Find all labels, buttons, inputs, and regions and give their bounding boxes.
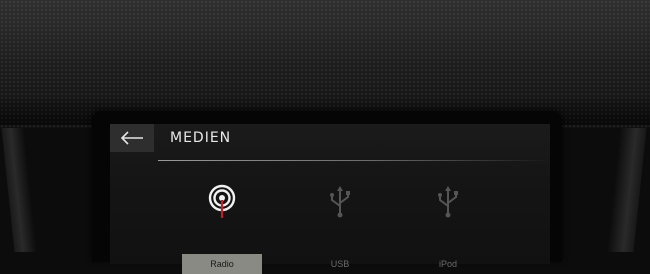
infotainment-screen: MEDIEN Radio USB iPod	[110, 124, 550, 274]
usb-icon	[438, 186, 458, 218]
media-source-radio[interactable]: Radio	[182, 180, 262, 274]
usb-icon	[330, 186, 350, 218]
media-source-label: Radio	[182, 254, 262, 274]
page-title: MEDIEN	[170, 130, 232, 146]
title-divider	[158, 160, 550, 161]
back-button[interactable]	[110, 124, 154, 152]
media-source-label: USB	[330, 259, 350, 269]
right-trim	[607, 128, 647, 252]
media-source-usb[interactable]: USB	[300, 180, 380, 269]
radio-signal-icon	[208, 184, 236, 218]
arrow-left-icon	[120, 131, 143, 145]
media-source-ipod[interactable]: iPod	[408, 180, 488, 269]
media-source-label: iPod	[438, 259, 457, 269]
left-trim	[1, 128, 37, 252]
